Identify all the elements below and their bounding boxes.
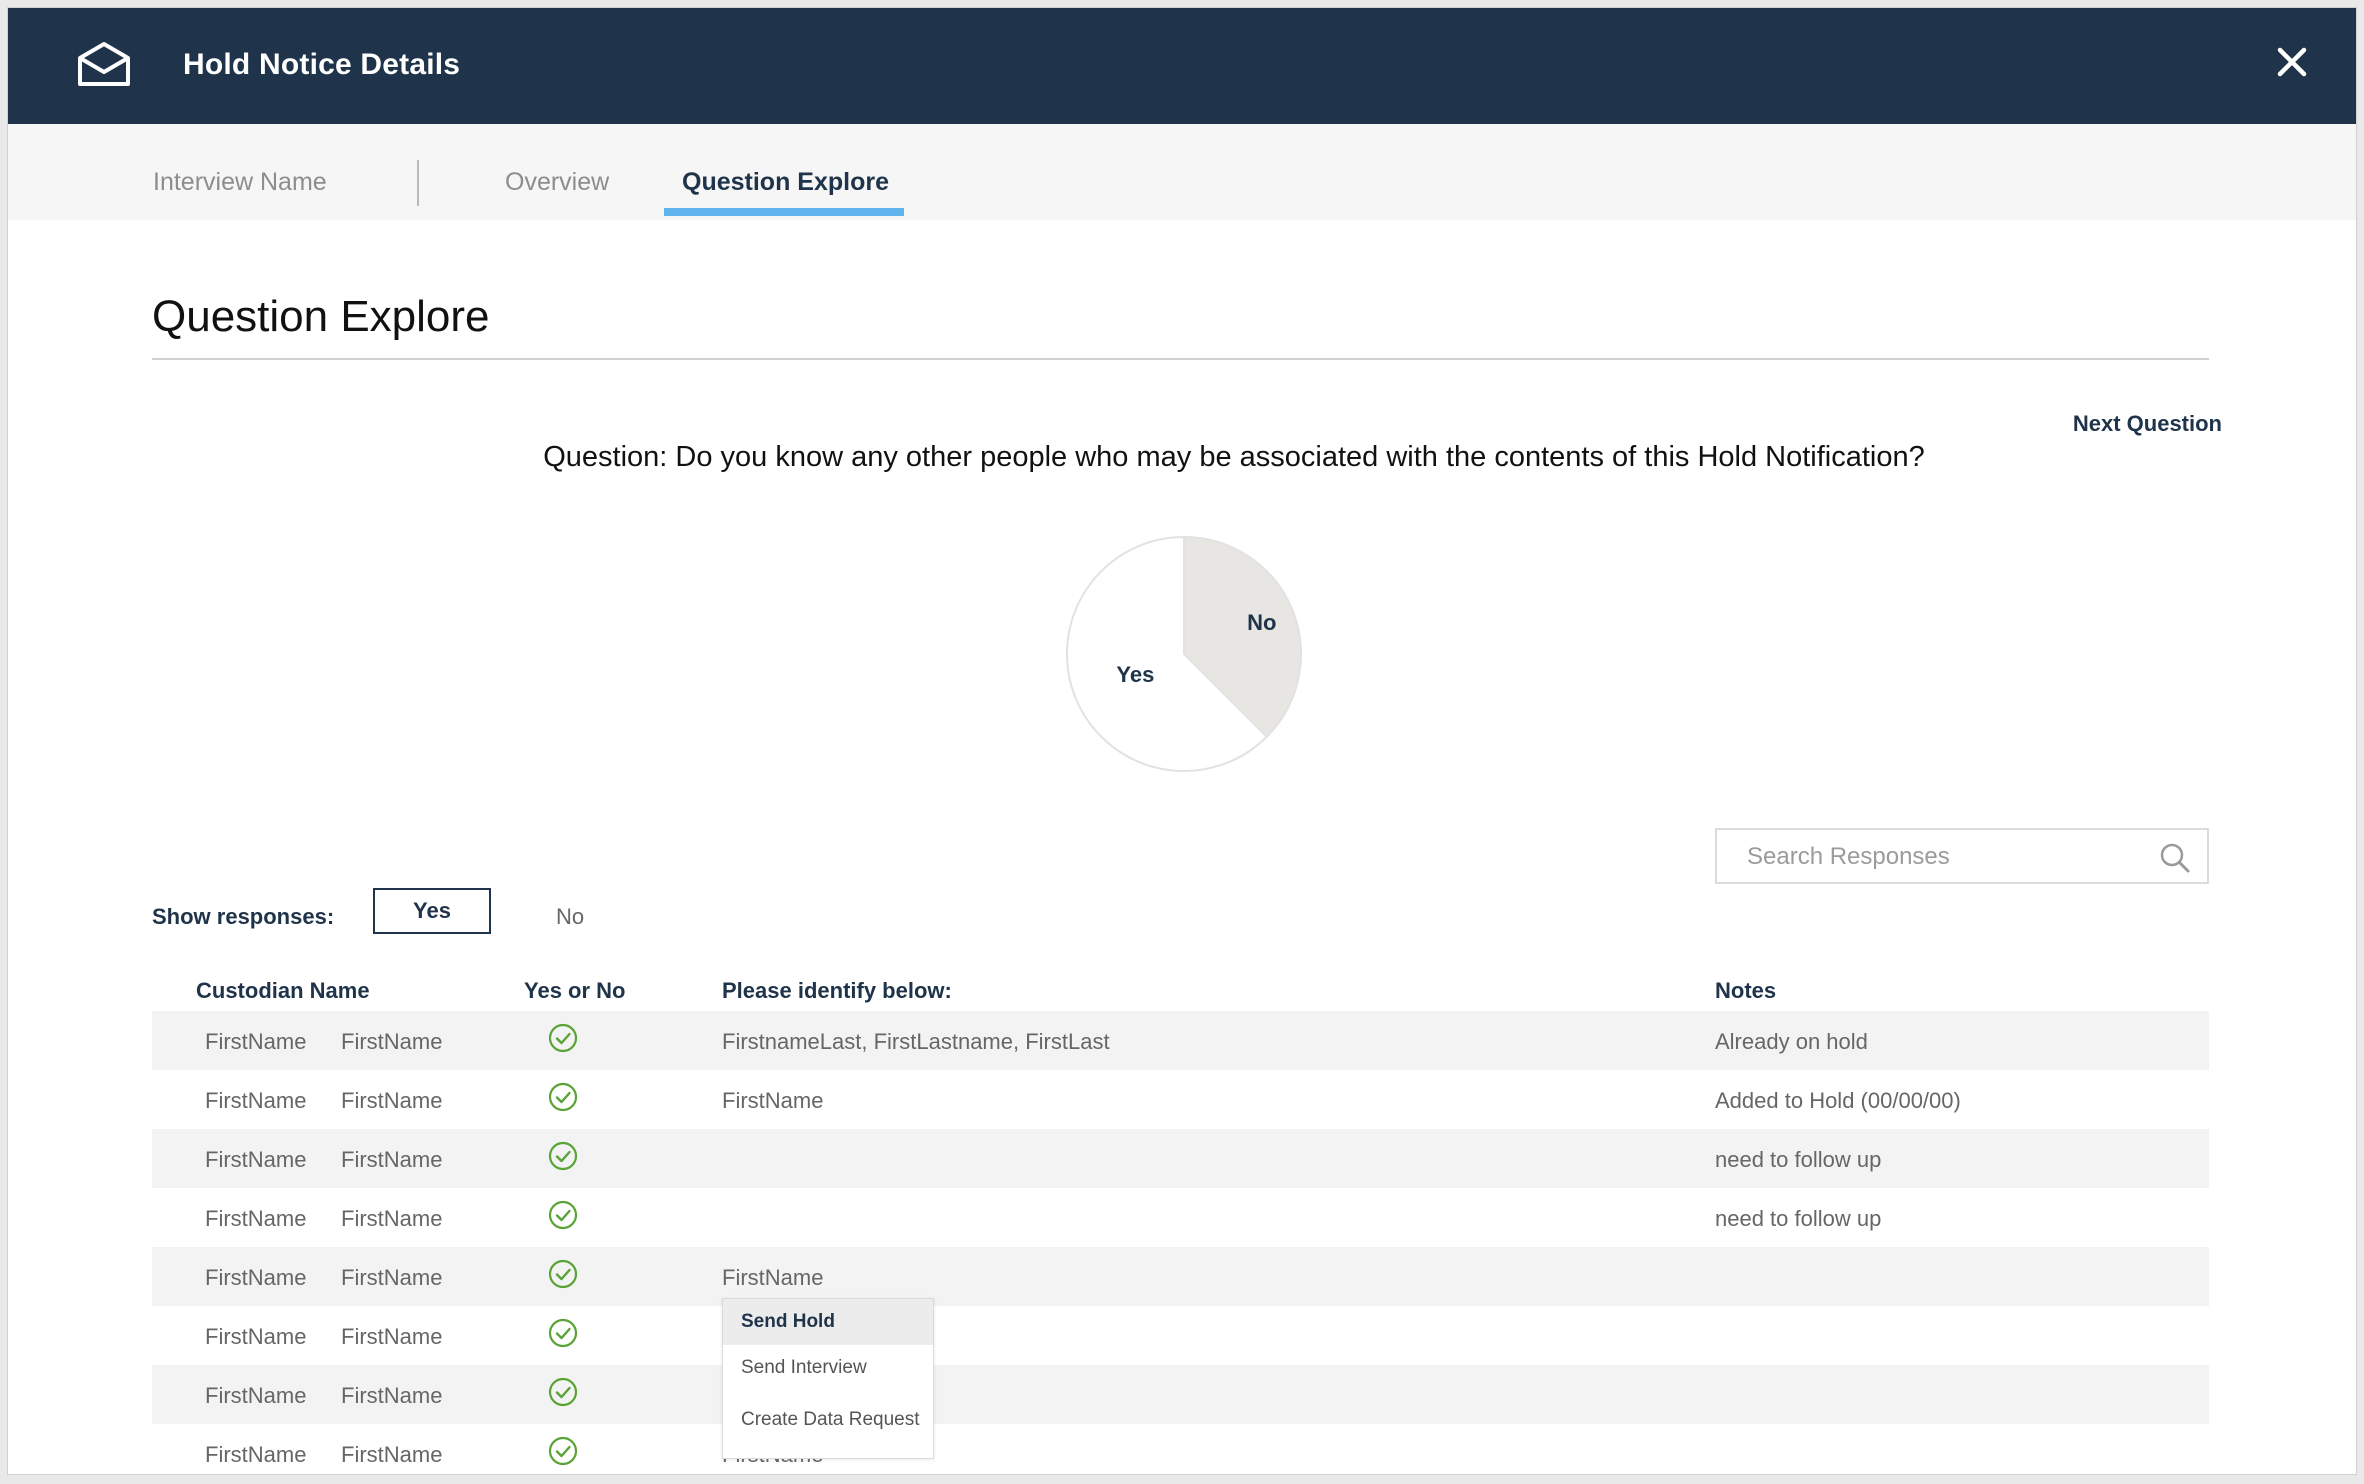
custodian-first-name: FirstName xyxy=(205,1265,307,1290)
page-title: Question Explore xyxy=(152,292,490,341)
check-circle-icon xyxy=(548,1141,578,1171)
check-circle-icon xyxy=(548,1082,578,1112)
modal-title: Hold Notice Details xyxy=(183,48,461,81)
check-circle-icon xyxy=(548,1259,578,1289)
title-divider xyxy=(152,358,2209,360)
question-text: Question: Do you know any other people w… xyxy=(543,441,1925,473)
menu-item-create-data-request[interactable]: Create Data Request xyxy=(723,1397,933,1443)
tab-divider xyxy=(417,160,419,206)
tab-overview[interactable]: Overview xyxy=(505,168,609,197)
check-circle-icon xyxy=(548,1377,578,1407)
tab-question-explore[interactable]: Question Explore xyxy=(682,168,889,197)
tab-interview-name[interactable]: Interview Name xyxy=(153,168,327,197)
table-row[interactable]: FirstName FirstName xyxy=(152,1365,2209,1424)
table-row[interactable]: FirstName FirstName xyxy=(152,1306,2209,1365)
row-actions-menu: Send Hold Send Interview Create Data Req… xyxy=(722,1298,934,1459)
filter-no-button[interactable]: No xyxy=(556,904,584,930)
custodian-first-name: FirstName xyxy=(205,1383,307,1408)
next-question-link[interactable]: Next Question xyxy=(2073,411,2222,437)
custodian-last-name: FirstName xyxy=(341,1206,443,1231)
active-tab-indicator xyxy=(664,208,904,216)
custodian-first-name: FirstName xyxy=(205,1088,307,1113)
column-header-identify[interactable]: Please identify below: xyxy=(722,978,952,1004)
custodian-last-name: FirstName xyxy=(341,1383,443,1408)
response-pie-chart: No Yes xyxy=(1066,535,1302,772)
pie-label-no: No xyxy=(1247,610,1276,635)
table-row[interactable]: FirstName FirstName FirstName xyxy=(152,1247,2209,1306)
hold-notice-modal: Hold Notice Details Interview Name Overv… xyxy=(8,8,2356,1474)
custodian-first-name: FirstName xyxy=(205,1206,307,1231)
pie-label-yes: Yes xyxy=(1116,662,1154,687)
check-circle-icon xyxy=(548,1023,578,1053)
show-responses-label: Show responses: xyxy=(152,904,335,929)
identified-people: FirstnameLast, FirstLastname, FirstLast xyxy=(722,1029,1110,1054)
custodian-last-name: FirstName xyxy=(341,1088,443,1113)
row-notes: need to follow up xyxy=(1715,1206,1882,1231)
modal-header: Hold Notice Details xyxy=(8,8,2356,124)
check-circle-icon xyxy=(548,1318,578,1348)
menu-item-send-hold[interactable]: Send Hold xyxy=(723,1299,933,1345)
search-input[interactable] xyxy=(1717,830,2169,884)
column-header-custodian[interactable]: Custodian Name xyxy=(196,978,370,1004)
table-row[interactable]: FirstNameFirstNameFirstName xyxy=(152,1424,2209,1474)
envelope-icon xyxy=(78,42,130,86)
table-row[interactable]: FirstName FirstName FirstnameLast, FirstLa… xyxy=(152,1011,2209,1070)
filter-yes-button[interactable]: Yes xyxy=(373,888,491,934)
custodian-last-name: FirstName xyxy=(341,1147,443,1172)
menu-item-send-interview[interactable]: Send Interview xyxy=(723,1345,933,1391)
check-circle-icon xyxy=(548,1200,578,1230)
custodian-first-name: FirstName xyxy=(205,1029,307,1054)
custodian-first-name: FirstName xyxy=(205,1324,307,1349)
table-row[interactable]: FirstName FirstName FirstName Added to Hold… xyxy=(152,1070,2209,1129)
column-header-notes[interactable]: Notes xyxy=(1715,978,1776,1004)
table-row[interactable]: FirstName FirstName need to follow up xyxy=(152,1129,2209,1188)
identified-people: FirstName xyxy=(722,1088,824,1113)
column-header-yes-no[interactable]: Yes or No xyxy=(524,978,625,1004)
search-box xyxy=(1715,828,2209,884)
close-icon[interactable] xyxy=(2268,38,2316,86)
custodian-last-name: FirstName xyxy=(341,1442,443,1467)
custodian-first-name: FirstName xyxy=(205,1147,307,1172)
custodian-last-name: FirstName xyxy=(341,1265,443,1290)
check-circle-icon xyxy=(548,1436,578,1466)
row-notes: Already on hold xyxy=(1715,1029,1868,1054)
custodian-last-name: FirstName xyxy=(341,1324,443,1349)
row-notes: Added to Hold (00/00/00) xyxy=(1715,1088,1961,1113)
row-notes: need to follow up xyxy=(1715,1147,1882,1172)
custodian-last-name: FirstName xyxy=(341,1029,443,1054)
custodian-first-name: FirstName xyxy=(205,1442,307,1467)
search-icon[interactable] xyxy=(2159,842,2191,874)
identified-people: FirstName xyxy=(722,1265,824,1290)
table-row[interactable]: FirstName FirstName need to follow up xyxy=(152,1188,2209,1247)
tab-bar: Interview Name Overview Question Explore xyxy=(8,124,2356,220)
